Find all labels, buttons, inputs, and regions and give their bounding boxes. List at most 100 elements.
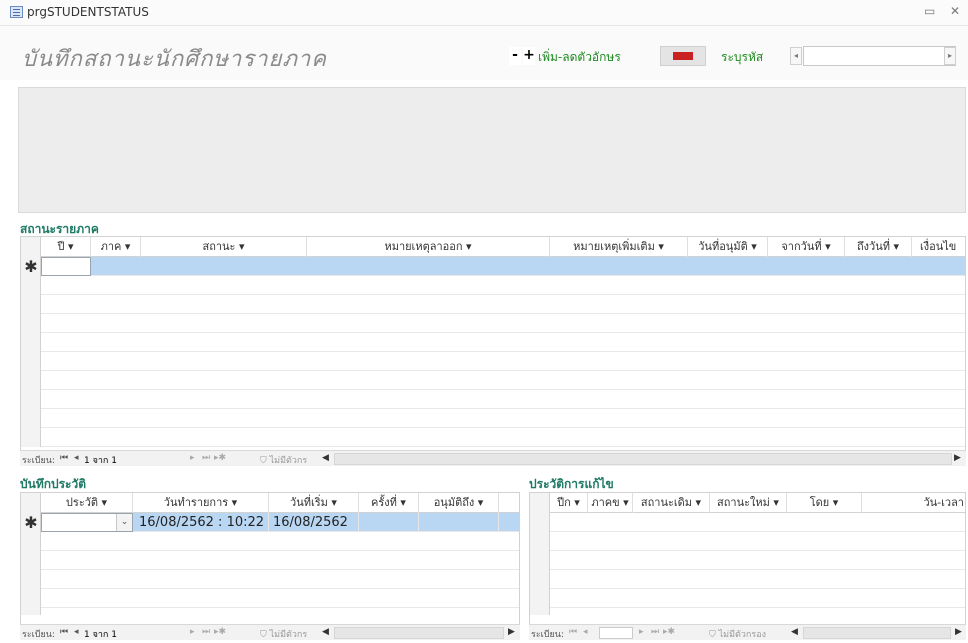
close-icon[interactable]: ✕ [950, 4, 960, 18]
start-date-cell[interactable]: 16/08/2562 [269, 513, 359, 532]
table-row[interactable] [41, 257, 965, 276]
scroll-right-icon[interactable]: ▶ [954, 453, 961, 463]
table-row [41, 589, 519, 608]
col-year[interactable]: ปี ▾ [41, 237, 91, 257]
filter-label[interactable]: ⛉ ไม่มีตัวกรอง [709, 627, 766, 641]
table-row [41, 371, 965, 390]
count-cell[interactable] [359, 513, 419, 532]
record-label: ระเบียน: [531, 630, 564, 640]
table-row [550, 570, 965, 589]
filter-label[interactable]: ⛉ ไม่มีตัวกร [260, 627, 307, 641]
table-row [41, 295, 965, 314]
scroll-left-icon[interactable]: ◀ [791, 627, 798, 637]
year-cell[interactable] [41, 257, 91, 276]
col-approved-until[interactable]: อนุมัติถึง ▾ [419, 493, 499, 513]
table-row [550, 513, 965, 532]
specify-id-label: ระบุรหัส [721, 50, 764, 64]
record-selector-column [530, 493, 550, 615]
col-datetime[interactable]: วัน-เวลา [862, 493, 965, 513]
col-history[interactable]: ประวัติ ▾ [41, 493, 133, 513]
col-start-date[interactable]: วันที่เริ่ม ▾ [269, 493, 359, 513]
decrease-font-button[interactable]: - [509, 47, 521, 65]
record-position[interactable]: 1 จาก 1 [84, 453, 117, 467]
col-from-date[interactable]: จากวันที่ ▾ [768, 237, 845, 257]
new-record-icon[interactable]: ▸✱ [214, 453, 226, 463]
col-entry-date[interactable]: วันทำรายการ ▾ [133, 493, 269, 513]
col-new-status[interactable]: สถานะใหม่ ▾ [710, 493, 787, 513]
new-record-icon[interactable]: ▸✱ [214, 627, 226, 637]
next-record-icon[interactable]: ▸ [190, 453, 195, 463]
record-label: ระเบียน: [22, 630, 55, 640]
col-to-date[interactable]: ถึงวันที่ ▾ [845, 237, 912, 257]
history-record-grid: ประวัติ ▾ วันทำรายการ ▾ วันที่เริ่ม ▾ คร… [20, 492, 520, 630]
edit-history-grid: ปีก ▾ ภาคข ▾ สถานะเดิม ▾ สถานะใหม่ ▾ โดย… [529, 492, 966, 630]
scroll-right-icon[interactable]: ▶ [508, 627, 515, 637]
flag-icon [673, 52, 693, 60]
col-count[interactable]: ครั้งที่ ▾ [359, 493, 419, 513]
scroll-left-icon[interactable]: ◀ [322, 627, 329, 637]
next-record-icon[interactable]: ▸ [639, 627, 644, 637]
first-record-icon[interactable]: ⏮ [60, 453, 68, 463]
flag-button[interactable] [660, 46, 706, 66]
new-record-marker: ✱ [24, 513, 38, 532]
prev-record-icon[interactable]: ◂ [74, 453, 79, 463]
increase-font-button[interactable]: + [523, 47, 535, 65]
last-record-icon[interactable]: ⏭ [202, 453, 210, 463]
form-icon [10, 6, 23, 18]
table-row [41, 352, 965, 371]
id-next-arrow-icon[interactable]: ▸ [944, 47, 956, 65]
history-record-navigation: ระเบียน: ⏮ ◂ 1 จาก 1 ▸ ⏭ ▸✱ ⛉ ไม่มีตัวกร… [20, 624, 520, 640]
col-term[interactable]: ภาคข ▾ [588, 493, 633, 513]
prev-record-icon[interactable]: ◂ [583, 627, 588, 637]
id-prev-arrow-icon[interactable]: ◂ [790, 47, 802, 65]
col-old-status[interactable]: สถานะเดิม ▾ [633, 493, 710, 513]
term-status-header: ปี ▾ ภาค ▾ สถานะ ▾ หมายเหตุลาออก ▾ หมายเ… [41, 237, 965, 257]
first-record-icon[interactable]: ⏮ [569, 627, 577, 637]
table-row [550, 532, 965, 551]
term-status-grid: ปี ▾ ภาค ▾ สถานะ ▾ หมายเหตุลาออก ▾ หมายเ… [20, 236, 966, 466]
info-panel [18, 87, 966, 213]
col-status[interactable]: สถานะ ▾ [141, 237, 307, 257]
term-status-navigation: ระเบียน: ⏮ ◂ 1 จาก 1 ▸ ⏭ ▸✱ ⛉ ไม่มีตัวกร… [20, 450, 966, 466]
col-term[interactable]: ภาค ▾ [91, 237, 141, 257]
new-record-icon[interactable]: ▸✱ [663, 627, 675, 637]
col-by[interactable]: โดย ▾ [787, 493, 862, 513]
table-row [550, 589, 965, 608]
col-approve-date[interactable]: วันที่อนุมัติ ▾ [688, 237, 768, 257]
history-record-header: ประวัติ ▾ วันทำรายการ ▾ วันที่เริ่ม ▾ คร… [41, 493, 519, 513]
col-resign-note[interactable]: หมายเหตุลาออก ▾ [307, 237, 550, 257]
scroll-left-icon[interactable]: ◀ [322, 453, 329, 463]
student-id-input[interactable] [803, 46, 956, 66]
approved-until-cell[interactable] [419, 513, 499, 532]
col-extra-note[interactable]: หมายเหตุเพิ่มเติม ▾ [550, 237, 688, 257]
last-record-icon[interactable]: ⏭ [202, 627, 210, 637]
table-row [41, 551, 519, 570]
edit-history-navigation: ระเบียน: ⏮ ◂ ▸ ⏭ ▸✱ ⛉ ไม่มีตัวกรอง ◀ ▶ [529, 624, 966, 640]
next-record-icon[interactable]: ▸ [190, 627, 195, 637]
col-condition[interactable]: เงื่อนไข [912, 237, 965, 257]
history-combo[interactable]: ⌄ [41, 513, 133, 532]
table-row [41, 428, 965, 447]
record-position-input[interactable] [599, 627, 633, 639]
minimize-icon[interactable]: ▭ [924, 4, 935, 18]
chevron-down-icon[interactable]: ⌄ [116, 514, 132, 531]
table-row [41, 333, 965, 352]
first-record-icon[interactable]: ⏮ [60, 627, 68, 637]
table-row [41, 570, 519, 589]
table-row [41, 532, 519, 551]
record-position[interactable]: 1 จาก 1 [84, 627, 117, 641]
table-row[interactable]: ⌄ 16/08/2562 : 10:22 16/08/2562 [41, 513, 519, 532]
prev-record-icon[interactable]: ◂ [74, 627, 79, 637]
table-row [550, 551, 965, 570]
entry-date-cell[interactable]: 16/08/2562 : 10:22 [133, 513, 269, 532]
filter-label[interactable]: ⛉ ไม่มีตัวกร [260, 453, 307, 467]
last-record-icon[interactable]: ⏭ [651, 627, 659, 637]
col-year[interactable]: ปีก ▾ [550, 493, 588, 513]
font-size-label: เพิ่ม-ลดตัวอักษร [538, 50, 621, 64]
horizontal-scrollbar[interactable] [334, 627, 504, 639]
horizontal-scrollbar[interactable] [334, 453, 952, 465]
table-row [41, 390, 965, 409]
scroll-right-icon[interactable]: ▶ [955, 627, 962, 637]
table-row [41, 409, 965, 428]
horizontal-scrollbar[interactable] [803, 627, 951, 639]
